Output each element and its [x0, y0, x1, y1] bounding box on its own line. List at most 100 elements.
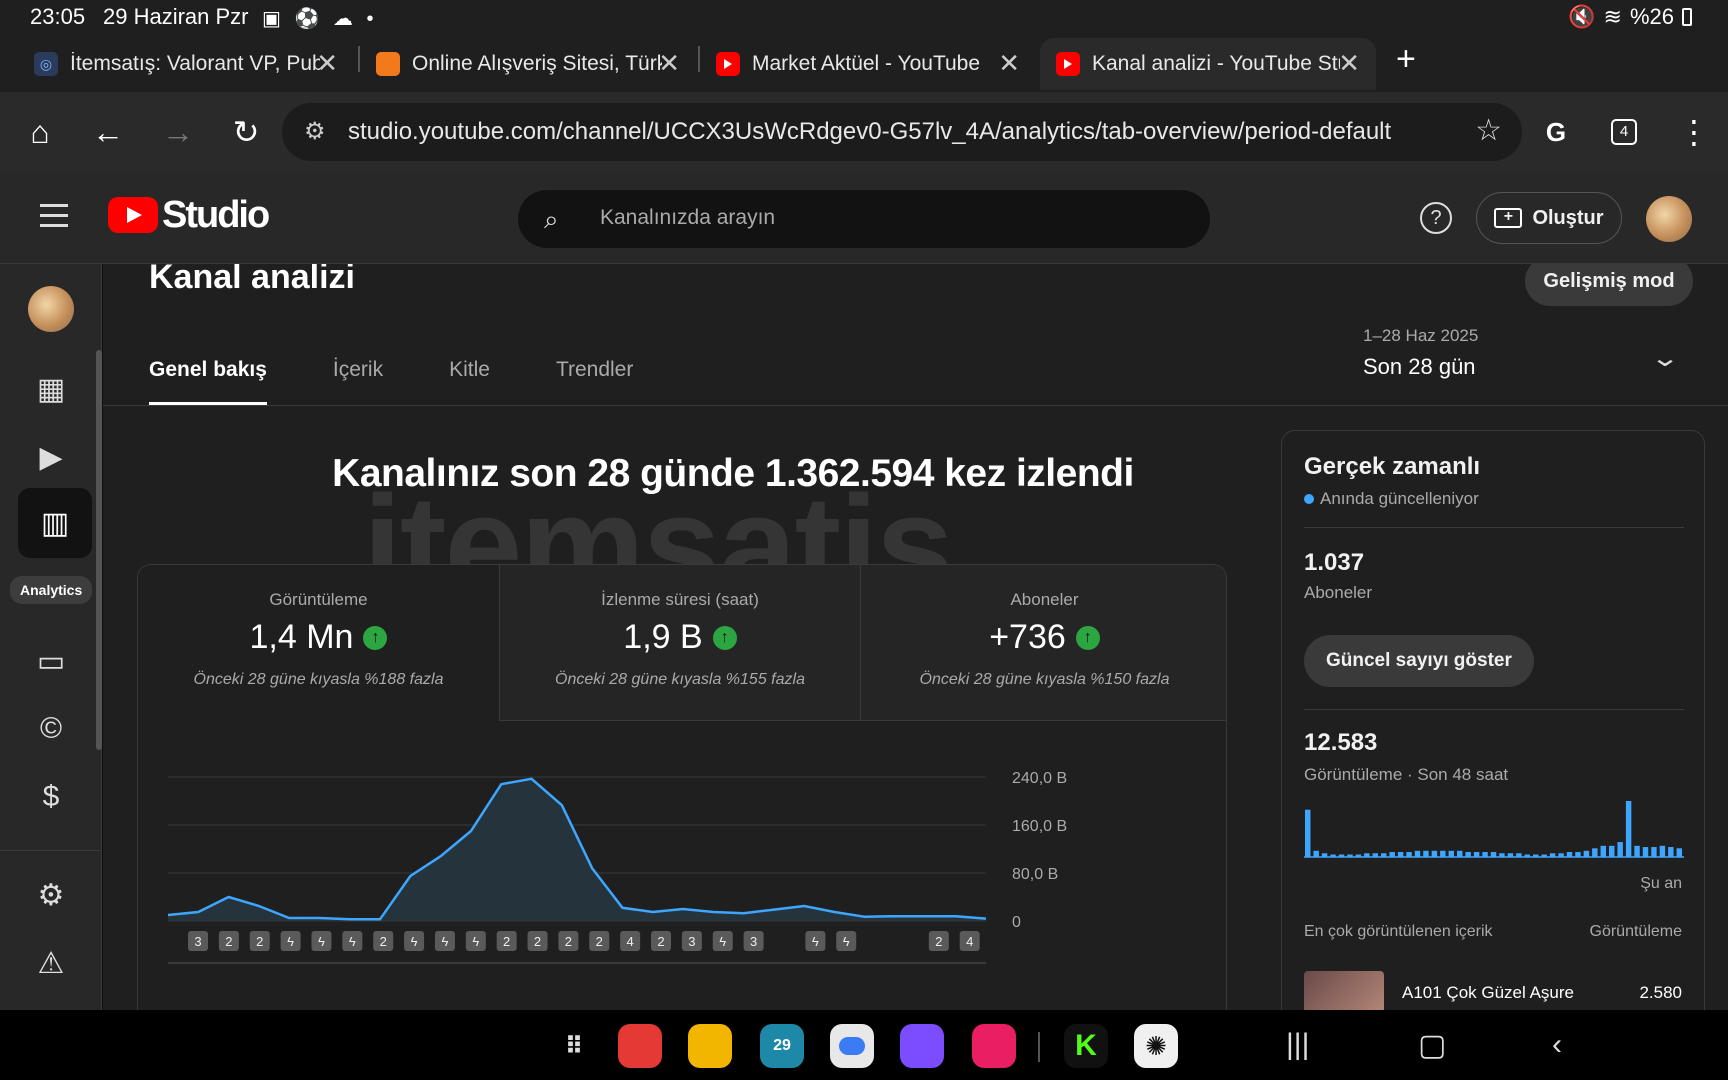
camera-app-icon[interactable] — [972, 1024, 1016, 1068]
reload-icon[interactable]: ↻ — [224, 110, 268, 154]
arrow-up-icon: ↑ — [363, 625, 388, 650]
browser-tab-title: Online Alışveriş Sitesi, Türkiye — [412, 52, 662, 75]
top-item-thumbnail[interactable] — [1304, 971, 1384, 1010]
realtime-bar — [1305, 809, 1311, 857]
back-nav-icon[interactable]: ‹ — [1552, 1028, 1562, 1062]
chatgpt-app-icon[interactable]: ✺ — [1134, 1024, 1178, 1068]
dashboard-icon[interactable]: ▦ — [30, 368, 72, 410]
advanced-mode-button[interactable]: Gelişmiş mod — [1525, 264, 1693, 306]
realtime-views-value: 12.583 — [1304, 729, 1378, 756]
copyright-icon[interactable]: © — [30, 708, 72, 750]
metric-subscribers[interactable]: Aboneler +736 ↑ Önceki 28 güne kıyasla %1… — [860, 565, 1226, 721]
tab-count: 4 — [1611, 119, 1637, 145]
messages-app-icon[interactable] — [830, 1024, 874, 1068]
translate-icon[interactable]: G — [1534, 110, 1578, 154]
browser-tab-market-aktuel[interactable]: Market Aktüel - YouTube ✕ — [716, 38, 1036, 90]
chevron-down-icon[interactable]: ⌄ — [1650, 344, 1680, 373]
help-icon[interactable]: ? — [1420, 202, 1452, 234]
new-tab-button[interactable]: + — [1396, 40, 1416, 79]
video-count-label: 2 — [380, 934, 387, 949]
realtime-bar — [1600, 845, 1606, 857]
close-icon[interactable]: ✕ — [316, 48, 338, 79]
more-menu-icon[interactable]: ⋮ — [1672, 110, 1716, 154]
notes-app-icon[interactable] — [618, 1024, 662, 1068]
close-icon[interactable]: ✕ — [1338, 48, 1360, 79]
y-tick-label: 160,0 B — [1012, 818, 1067, 835]
app-drawer-icon[interactable]: ⠿ — [552, 1024, 596, 1068]
realtime-bar — [1592, 848, 1598, 857]
realtime-bar — [1651, 847, 1657, 857]
tab-count-button[interactable]: 4 — [1602, 110, 1646, 154]
video-count-label: 2 — [534, 934, 541, 949]
browser-tab-kanal-analizi[interactable]: Kanal analizi - YouTube Studio ✕ — [1040, 38, 1376, 90]
studio-logo-text[interactable]: Studio — [162, 194, 270, 237]
channel-search[interactable]: ⌕ Kanalınızda arayın — [518, 190, 1210, 248]
realtime-subtitle: Anında güncelleniyor — [1320, 489, 1479, 508]
left-nav-rail: ▦ ▶ ▥ Analytics ▭ © $ ⚙ ⚠ — [0, 264, 102, 1010]
tab-overview[interactable]: Genel bakış — [149, 358, 267, 405]
tab-audience[interactable]: Kitle — [449, 358, 490, 405]
calendar-app-icon[interactable]: 29 — [760, 1024, 804, 1068]
shorts-icon: ϟ — [411, 934, 418, 949]
realtime-subtitle-row: Anında güncelleniyor — [1304, 489, 1479, 509]
account-avatar[interactable] — [1646, 196, 1692, 242]
show-live-count-button[interactable]: Güncel sayıyı göster — [1304, 635, 1534, 687]
browser-tab-strip: ◎ İtemsatış: Valorant VP, Pubg ✕ Online … — [0, 34, 1728, 92]
search-icon[interactable]: ⌕ — [544, 204, 559, 236]
analytics-tabs: Genel bakış İçerik Kitle Trendler — [149, 358, 699, 405]
shorts-icon: ϟ — [349, 934, 356, 949]
mute-icon: 🔇 — [1568, 4, 1596, 29]
youtube-logo-icon[interactable] — [108, 197, 158, 233]
analytics-tooltip: Analytics — [10, 576, 93, 604]
realtime-bar — [1625, 801, 1632, 857]
period-selector[interactable]: 1–28 Haz 2025 Son 28 gün — [1363, 326, 1478, 380]
channel-avatar[interactable] — [28, 286, 74, 332]
feedback-icon[interactable]: ⚠ — [30, 942, 72, 984]
rail-scrollbar[interactable] — [96, 350, 102, 750]
content-icon[interactable]: ▶ — [30, 436, 72, 478]
metrics-card: Görüntüleme 1,4 Mn ↑ Önceki 28 güne kıyas… — [137, 564, 1227, 1010]
kick-app-icon[interactable]: K — [1064, 1024, 1108, 1068]
metric-value: 1,9 B — [623, 618, 703, 656]
close-icon[interactable]: ✕ — [998, 48, 1020, 79]
create-button[interactable]: + Oluştur — [1476, 192, 1622, 244]
tab-trends[interactable]: Trendler — [556, 358, 633, 405]
browser-tab-title: Kanal analizi - YouTube Studio — [1092, 52, 1340, 75]
address-bar[interactable]: ⚙ studio.youtube.com/channel/UCCX3UsWcRd… — [282, 103, 1522, 161]
close-icon[interactable]: ✕ — [658, 48, 680, 79]
metric-compare: Önceki 28 güne kıyasla %150 fazla — [919, 671, 1170, 688]
metric-title: Görüntüleme — [269, 590, 368, 609]
status-date: 29 Haziran Pzr — [103, 4, 249, 29]
home-icon[interactable]: ⌂ — [18, 110, 62, 154]
page-title: Kanal analizi — [149, 264, 355, 296]
realtime-bar — [1617, 842, 1623, 857]
browser-tab-itemsatis[interactable]: ◎ İtemsatış: Valorant VP, Pubg ✕ — [34, 38, 354, 90]
back-icon[interactable]: ← — [86, 110, 130, 154]
home-nav-icon[interactable]: ▢ — [1418, 1028, 1446, 1063]
metric-watch-time[interactable]: İzlenme süresi (saat) 1,9 B ↑ Önceki 28 g… — [499, 565, 860, 721]
forward-icon[interactable]: → — [156, 110, 200, 154]
shorts-icon: ϟ — [441, 934, 448, 949]
recent-apps-icon[interactable]: ||| — [1286, 1028, 1309, 1062]
settings-icon[interactable]: ⚙ — [30, 874, 72, 916]
url-text[interactable]: studio.youtube.com/channel/UCCX3UsWcRdge… — [348, 118, 1391, 146]
metric-views[interactable]: Görüntüleme 1,4 Mn ↑ Önceki 28 güne kıyas… — [138, 565, 499, 721]
top-item-title[interactable]: A101 Çok Güzel Aşure — [1402, 983, 1574, 1003]
bookmark-star-icon[interactable]: ☆ — [1475, 113, 1502, 148]
arrow-up-icon: ↑ — [1075, 625, 1100, 650]
browser-app-icon[interactable] — [900, 1024, 944, 1068]
shorts-icon: ϟ — [812, 934, 819, 949]
earn-icon[interactable]: $ — [30, 776, 72, 818]
analytics-icon[interactable]: ▥ — [34, 502, 76, 544]
y-tick-label: 240,0 B — [1012, 770, 1067, 787]
status-bar: 23:05 29 Haziran Pzr ▣ ⚽ ☁ • 🔇 ≋ %26 — [0, 0, 1728, 34]
files-app-icon[interactable] — [688, 1024, 732, 1068]
tab-content[interactable]: İçerik — [333, 358, 383, 405]
browser-tab-shop[interactable]: Online Alışveriş Sitesi, Türkiye ✕ — [376, 38, 696, 90]
search-input[interactable]: Kanalınızda arayın — [600, 206, 775, 230]
views-chart[interactable]: 240,0 B 160,0 B 80,0 B 0 3 2 2 ϟ ϟ ϟ 2 ϟ ϟ ϟ 2 2 2 2 4 2 3 ϟ 3… — [138, 715, 1227, 1010]
realtime-bar-chart[interactable] — [1304, 801, 1684, 861]
subtitles-icon[interactable]: ▭ — [30, 640, 72, 682]
site-settings-icon[interactable]: ⚙ — [304, 117, 326, 146]
menu-icon[interactable] — [40, 204, 68, 234]
